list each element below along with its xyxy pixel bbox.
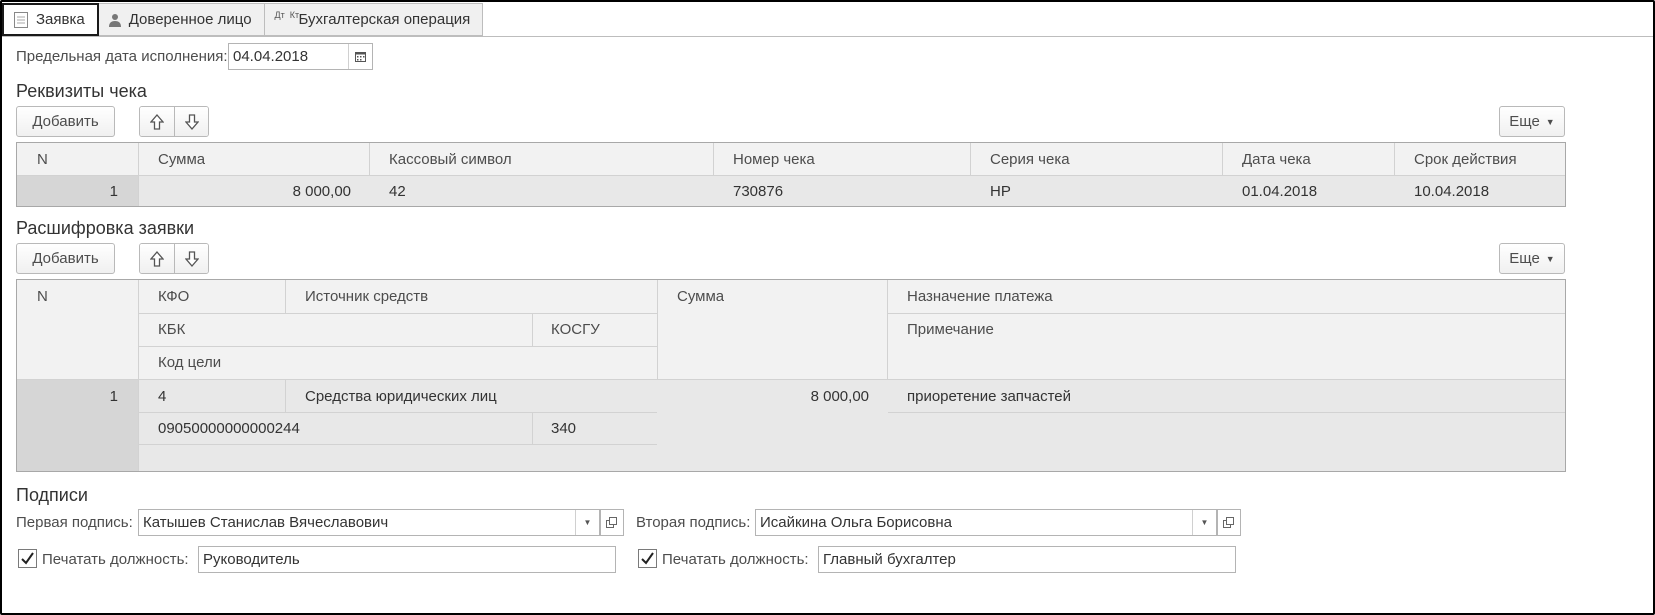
open-window-icon — [1223, 516, 1234, 528]
caret-down-icon: ▼ — [1545, 116, 1555, 127]
column-header-source[interactable]: Источник средств — [305, 280, 428, 312]
tab-label: Доверенное лицо — [128, 11, 252, 28]
column-header-sum[interactable]: Сумма — [158, 143, 205, 175]
move-up-button[interactable] — [140, 107, 174, 136]
cell-kosgu[interactable]: 340 — [551, 412, 576, 444]
tab-accounting-operation[interactable]: Дт Кт Бухгалтерская операция — [264, 3, 484, 36]
calendar-icon[interactable] — [348, 44, 372, 69]
tab-divider — [2, 36, 1653, 37]
column-header-sum[interactable]: Сумма — [677, 280, 724, 312]
cell-check-series[interactable]: НР — [990, 176, 1011, 206]
move-up-button[interactable] — [140, 244, 174, 273]
dt-kt-icon: Дт Кт — [274, 9, 300, 20]
second-signature-open-button[interactable] — [1217, 509, 1241, 536]
cell-check-number[interactable]: 730876 — [733, 176, 783, 206]
tab-trusted-person[interactable]: Доверенное лицо — [98, 3, 265, 36]
column-header-kosgu[interactable]: КОСГУ — [551, 313, 600, 345]
cell-cash-symbol[interactable]: 42 — [389, 176, 406, 206]
first-signature-dropdown[interactable]: ▼ — [575, 510, 599, 535]
column-header-cash-symbol[interactable]: Кассовый символ — [389, 143, 512, 175]
caret-down-icon: ▼ — [583, 518, 592, 527]
tab-request[interactable]: Заявка — [2, 3, 99, 36]
column-header-goal-code[interactable]: Код цели — [158, 346, 221, 378]
first-signature-open-button[interactable] — [600, 509, 624, 536]
column-header-check-number[interactable]: Номер чека — [733, 143, 815, 175]
second-signature-dropdown[interactable]: ▼ — [1192, 510, 1216, 535]
table-row-number[interactable]: 1 — [17, 380, 138, 412]
arrow-up-icon — [150, 113, 164, 130]
column-header-valid-until[interactable]: Срок действия — [1414, 143, 1517, 175]
caret-down-icon: ▼ — [1200, 518, 1209, 527]
cell-purpose[interactable]: приоретение запчастей — [907, 380, 1071, 412]
column-header-kbk[interactable]: КБК — [158, 313, 185, 345]
person-icon — [108, 13, 121, 27]
second-signature-input[interactable]: Исайкина Ольга Борисовна ▼ — [755, 509, 1217, 536]
table-row-number[interactable]: 1 — [17, 176, 138, 206]
open-window-icon — [606, 516, 617, 528]
column-header-note[interactable]: Примечание — [907, 313, 994, 345]
first-position-input[interactable]: Руководитель — [198, 546, 616, 573]
column-header-n[interactable]: N — [37, 280, 48, 312]
arrow-up-icon — [150, 250, 164, 267]
check-add-button[interactable]: Добавить — [16, 106, 115, 137]
move-down-button[interactable] — [174, 107, 208, 136]
second-print-position-label: Печатать должность: — [662, 551, 809, 568]
column-header-check-series[interactable]: Серия чека — [990, 143, 1070, 175]
second-position-input[interactable]: Главный бухгалтер — [818, 546, 1236, 573]
breakdown-table: N КФО Источник средств КБК КОСГУ Код цел… — [16, 279, 1566, 472]
first-position-value: Руководитель — [203, 551, 300, 568]
second-print-position-checkbox[interactable] — [638, 549, 657, 568]
first-print-position-checkbox[interactable] — [18, 549, 37, 568]
second-position-value: Главный бухгалтер — [823, 551, 956, 568]
cell-kbk[interactable]: 09050000000000244 — [158, 412, 300, 444]
first-signature-value: Катышев Станислав Вячеславович — [143, 514, 389, 531]
caret-down-icon: ▼ — [1545, 253, 1555, 264]
checkmark-icon — [21, 552, 34, 565]
cell-valid-until[interactable]: 10.04.2018 — [1414, 176, 1489, 206]
deadline-date-input[interactable]: 04.04.2018 — [228, 43, 373, 70]
move-down-button[interactable] — [174, 244, 208, 273]
arrow-down-icon — [184, 250, 199, 267]
first-signature-label: Первая подпись: — [16, 514, 133, 531]
deadline-date-value: 04.04.2018 — [233, 48, 309, 65]
check-details-title: Реквизиты чека — [16, 81, 147, 101]
column-header-purpose[interactable]: Назначение платежа — [907, 280, 1053, 312]
check-details-table: N Сумма Кассовый символ Номер чека Серия… — [16, 142, 1566, 207]
first-signature-input[interactable]: Катышев Станислав Вячеславович ▼ — [138, 509, 600, 536]
cell-sum[interactable]: 8 000,00 — [139, 176, 369, 206]
signatures-title: Подписи — [16, 485, 88, 505]
check-more-button[interactable]: Еще ▼ — [1499, 106, 1565, 137]
column-header-kfo[interactable]: КФО — [158, 280, 189, 312]
cell-check-date[interactable]: 01.04.2018 — [1242, 176, 1317, 206]
first-print-position-label: Печатать должность: — [42, 551, 189, 568]
column-header-n[interactable]: N — [37, 143, 48, 175]
arrow-down-icon — [184, 113, 199, 130]
checkmark-icon — [641, 552, 654, 565]
cell-sum[interactable]: 8 000,00 — [658, 380, 887, 412]
breakdown-move-buttons — [139, 243, 209, 274]
second-signature-value: Исайкина Ольга Борисовна — [760, 514, 952, 531]
document-icon — [14, 11, 28, 28]
tab-label: Заявка — [36, 11, 85, 28]
deadline-label: Предельная дата исполнения: — [16, 48, 228, 65]
tab-label: Бухгалтерская операция — [298, 11, 471, 28]
check-move-buttons — [139, 106, 209, 137]
cell-kfo[interactable]: 4 — [158, 380, 166, 412]
column-header-check-date[interactable]: Дата чека — [1242, 143, 1311, 175]
breakdown-more-button[interactable]: Еще ▼ — [1499, 243, 1565, 274]
cell-source[interactable]: Средства юридических лиц — [305, 380, 497, 412]
tab-bar: Заявка Доверенное лицо Дт Кт Бухгалтерск… — [2, 3, 484, 36]
second-signature-label: Вторая подпись: — [636, 514, 751, 531]
breakdown-add-button[interactable]: Добавить — [16, 243, 115, 274]
breakdown-title: Расшифровка заявки — [16, 218, 195, 238]
